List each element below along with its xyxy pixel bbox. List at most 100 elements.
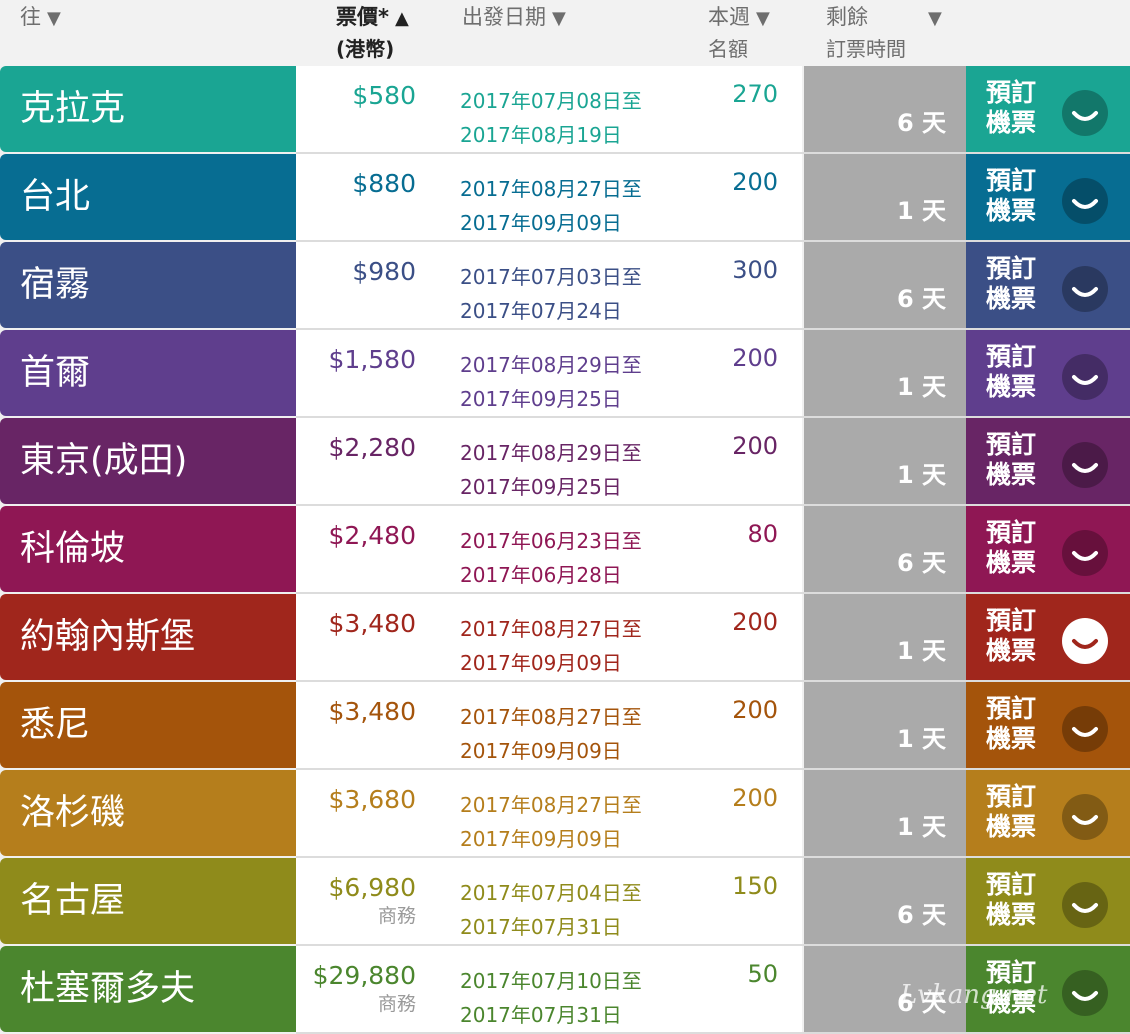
date-from: 2017年08月29日至 [460,441,642,465]
destination-name[interactable]: 名古屋 [0,858,296,944]
sort-desc-icon: ▼ [47,8,61,29]
price-cell: $980 [352,256,416,288]
book-ticket-button[interactable]: 預訂 機票 [966,858,1130,944]
book-ticket-label-line2: 機票 [986,460,1037,489]
table-row: 首爾 $1,580 2017年08月29日至 2017年09月25日 200 1… [0,330,1130,418]
price-cell: $580 [352,80,416,112]
table-row: 名古屋 $6,980 商務 2017年07月04日至 2017年07月31日 1… [0,858,1130,946]
price-value: $3,480 [328,609,416,638]
weekly-quota: 200 [732,608,778,636]
remaining-time: 1 天 [896,637,946,665]
departure-dates: 2017年06月23日至 2017年06月28日 [460,524,642,592]
sort-desc-icon: ▼ [756,8,770,29]
date-from: 2017年08月27日至 [460,705,642,729]
book-ticket-button[interactable]: 預訂 機票 [966,330,1130,416]
book-ticket-label-line2: 機票 [986,636,1037,665]
destination-name[interactable]: 杜塞爾多夫 [0,946,296,1032]
smile-icon [1062,90,1108,136]
remaining-time: 6 天 [896,285,946,313]
date-to: 2017年09月25日 [460,475,622,499]
departure-dates: 2017年07月08日至 2017年08月19日 [460,84,642,152]
flight-deal-list: 克拉克 $580 2017年07月08日至 2017年08月19日 270 6 … [0,66,1130,1034]
book-ticket-label-line2: 機票 [986,548,1037,577]
book-ticket-label: 預訂 機票 [986,430,1036,490]
table-row: 宿霧 $980 2017年07月03日至 2017年07月24日 300 6 天… [0,242,1130,330]
remaining-time-cell: 1 天 [804,154,966,240]
column-header-quota[interactable]: 本週 ▼ 名額 [708,2,770,64]
column-header-quota-label: 本週 [708,5,750,29]
deal-details: $3,680 2017年08月27日至 2017年09月09日 200 [296,770,802,856]
destination-name[interactable]: 東京(成田) [0,418,296,504]
weekly-quota: 200 [732,432,778,460]
book-ticket-button[interactable]: 預訂 機票 [966,418,1130,504]
deal-details: $2,280 2017年08月29日至 2017年09月25日 200 [296,418,802,504]
book-ticket-button[interactable]: 預訂 機票 [966,770,1130,856]
column-header-destination-label: 往 [20,5,41,29]
price-value: $580 [352,81,416,110]
book-ticket-label-line1: 預訂 [986,78,1037,107]
column-header-price[interactable]: 票價* ▲ (港幣) [336,2,409,64]
date-to: 2017年09月09日 [460,211,622,235]
departure-dates: 2017年08月27日至 2017年09月09日 [460,788,642,856]
book-ticket-label-line2: 機票 [986,372,1037,401]
date-to: 2017年07月24日 [460,299,622,323]
remaining-time: 1 天 [896,461,946,489]
book-ticket-label-line1: 預訂 [986,166,1037,195]
remaining-time: 1 天 [896,813,946,841]
table-row: 克拉克 $580 2017年07月08日至 2017年08月19日 270 6 … [0,66,1130,154]
date-to: 2017年06月28日 [460,563,622,587]
book-ticket-button[interactable]: 預訂 機票 [966,66,1130,152]
book-ticket-label-line1: 預訂 [986,606,1037,635]
departure-dates: 2017年08月27日至 2017年09月09日 [460,172,642,240]
date-from: 2017年08月27日至 [460,617,642,641]
date-from: 2017年07月10日至 [460,969,642,993]
book-ticket-label: 預訂 機票 [986,78,1036,138]
book-ticket-label: 預訂 機票 [986,518,1036,578]
column-header-remaining-label: 剩餘 [826,5,868,29]
departure-dates: 2017年07月10日至 2017年07月31日 [460,964,642,1032]
column-header-remaining[interactable]: 剩餘 ▼ 訂票時間 [826,2,942,64]
sort-asc-icon: ▲ [394,8,409,29]
destination-name[interactable]: 約翰內斯堡 [0,594,296,680]
smile-icon [1062,970,1108,1016]
sort-desc-icon: ▼ [552,8,566,29]
weekly-quota: 270 [732,80,778,108]
destination-name[interactable]: 科倫坡 [0,506,296,592]
book-ticket-label: 預訂 機票 [986,254,1036,314]
book-ticket-label-line1: 預訂 [986,254,1037,283]
book-ticket-label: 預訂 機票 [986,694,1036,754]
date-to: 2017年09月09日 [460,827,622,851]
destination-name[interactable]: 宿霧 [0,242,296,328]
book-ticket-button[interactable]: 預訂 機票 [966,506,1130,592]
book-ticket-label-line1: 預訂 [986,342,1037,371]
destination-name[interactable]: 首爾 [0,330,296,416]
column-header-destination[interactable]: 往 ▼ [20,2,61,34]
destination-name[interactable]: 克拉克 [0,66,296,152]
book-ticket-label-line2: 機票 [986,284,1037,313]
price-cell: $2,480 [329,520,416,552]
remaining-time-cell: 1 天 [804,330,966,416]
date-from: 2017年07月03日至 [460,265,642,289]
book-ticket-label-line1: 預訂 [986,430,1037,459]
price-value: $1,580 [328,345,416,374]
destination-name[interactable]: 悉尼 [0,682,296,768]
remaining-time-cell: 1 天 [804,770,966,856]
book-ticket-button[interactable]: 預訂 機票 [966,682,1130,768]
column-header-date[interactable]: 出發日期 ▼ [462,2,566,34]
date-from: 2017年08月29日至 [460,353,642,377]
book-ticket-button[interactable]: 預訂 機票 [966,154,1130,240]
book-ticket-button[interactable]: 預訂 機票 [966,594,1130,680]
price-class-note: 商務 [377,905,416,927]
date-from: 2017年08月27日至 [460,793,642,817]
destination-name[interactable]: 台北 [0,154,296,240]
book-ticket-button[interactable]: 預訂 機票 [966,242,1130,328]
deal-details: $29,880 商務 2017年07月10日至 2017年07月31日 50 [296,946,802,1032]
book-ticket-label-line2: 機票 [986,196,1037,225]
destination-name[interactable]: 洛杉磯 [0,770,296,856]
smile-icon [1062,882,1108,928]
deal-details: $2,480 2017年06月23日至 2017年06月28日 80 [296,506,802,592]
price-cell: $3,480 [329,608,416,640]
deal-details: $580 2017年07月08日至 2017年08月19日 270 [296,66,802,152]
date-to: 2017年09月09日 [460,739,622,763]
date-from: 2017年07月04日至 [460,881,642,905]
